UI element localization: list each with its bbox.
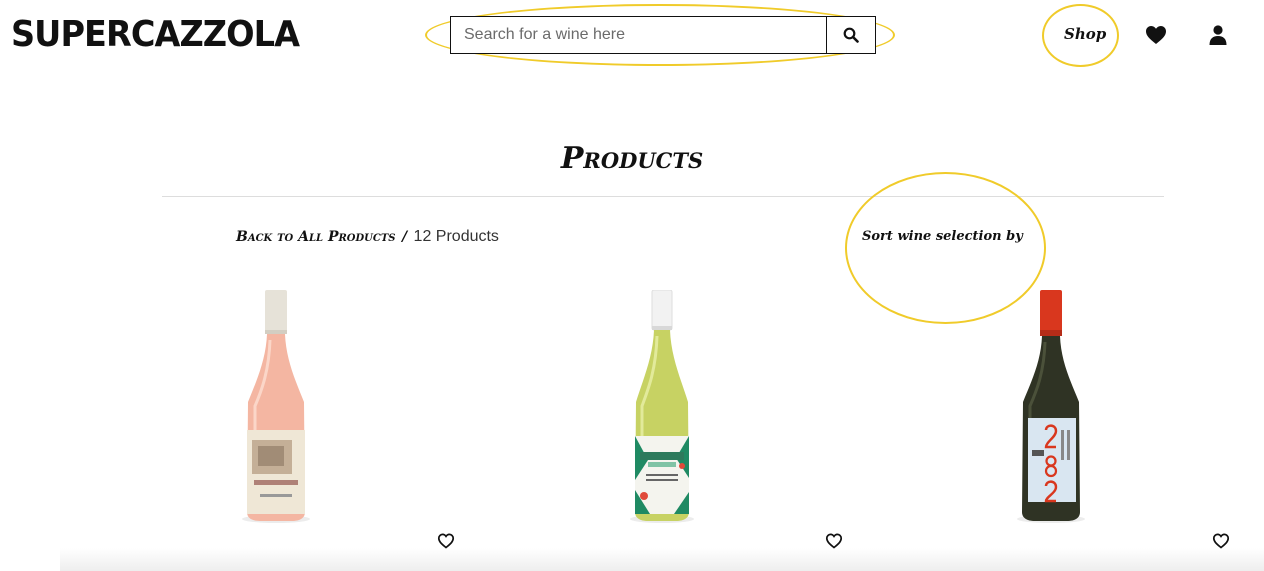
nav-shop-link[interactable]: Shop (1064, 25, 1106, 43)
product-image-282-bottle[interactable] (1013, 290, 1089, 524)
account-user-icon[interactable] (1206, 23, 1230, 47)
product-count: 12 Products (413, 228, 499, 245)
search-input[interactable] (451, 17, 826, 53)
product-image-rose-bottle[interactable] (238, 290, 314, 524)
breadcrumb-separator: / (401, 229, 408, 245)
cookie-banner-edge (60, 548, 1264, 571)
page-title: Products (560, 141, 704, 176)
search-icon (843, 27, 859, 43)
back-to-all-products-link[interactable]: Back to All Products (236, 229, 396, 245)
product-image-alphabetical-bottle[interactable] (626, 290, 698, 524)
search-bar (450, 16, 876, 54)
sort-dropdown[interactable]: Sort wine selection by (862, 229, 1023, 244)
favorites-heart-icon[interactable] (1144, 23, 1168, 47)
site-logo[interactable]: SUPERCAZZOLA (11, 14, 300, 55)
search-button[interactable] (826, 17, 875, 53)
breadcrumb: Back to All Products / 12 Products (236, 228, 499, 246)
